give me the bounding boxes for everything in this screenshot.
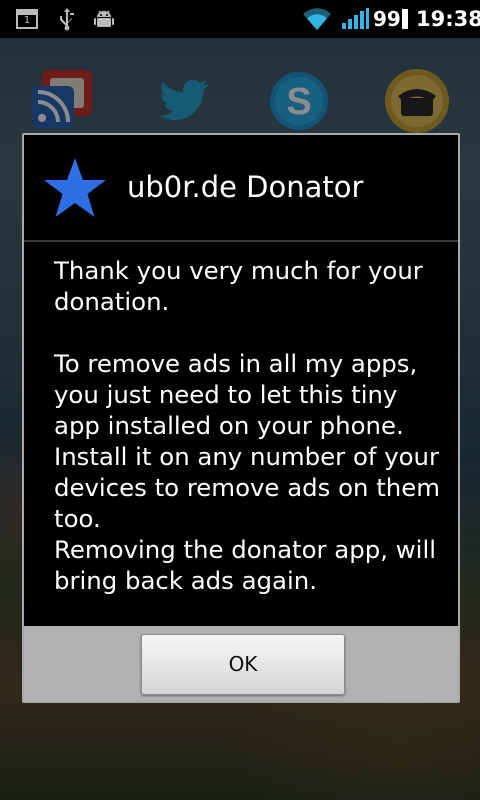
notification-box-icon[interactable]: 1 [16, 9, 38, 29]
signal-icon [340, 0, 370, 38]
usb-icon [56, 0, 78, 38]
dialog-message: Thank you very much for your donation. T… [54, 256, 440, 595]
status-bar: 1 99 19:38 [0, 0, 480, 38]
dialog-title: ub0r.de Donator [127, 170, 364, 204]
donation-dialog: ub0r.de Donator Thank you very much for … [22, 133, 460, 703]
android-debug-icon [92, 0, 116, 38]
notification-count: 1 [23, 15, 31, 26]
star-icon [44, 158, 106, 217]
battery-percent: 99 [373, 7, 401, 31]
clock: 19:38 [416, 7, 480, 31]
ok-button[interactable]: OK [141, 634, 345, 695]
header-divider [24, 240, 458, 242]
wifi-icon [300, 0, 334, 38]
button-bar: OK [24, 626, 458, 701]
dialog-header: ub0r.de Donator [24, 135, 458, 240]
battery-icon [402, 9, 408, 29]
